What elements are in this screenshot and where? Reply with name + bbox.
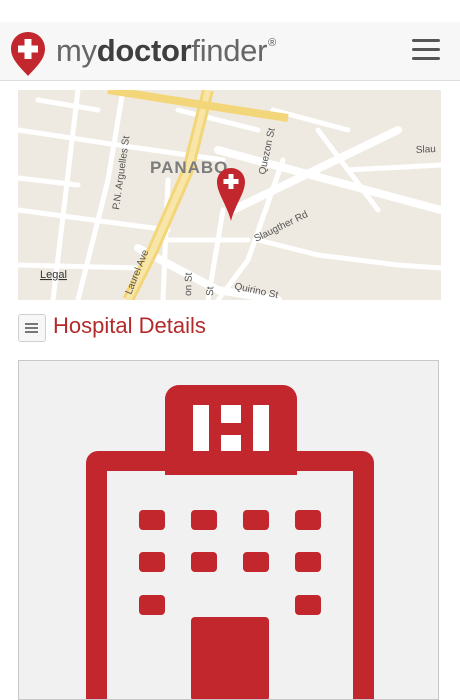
hamburger-icon[interactable] [412, 39, 440, 63]
map-place-label: PANABO [150, 158, 228, 177]
street-label: St [205, 286, 216, 296]
menu-line [412, 57, 440, 60]
location-map[interactable]: Quezon St P.N. Arguelles St Slaugther Rd… [18, 90, 441, 300]
map-canvas: Quezon St P.N. Arguelles St Slaugther Rd… [18, 90, 441, 300]
list-line [25, 327, 38, 329]
section-title: Hospital Details [53, 313, 206, 338]
brand-doctor: doctor [96, 33, 192, 68]
list-line [25, 323, 38, 325]
status-bar-area [0, 0, 460, 22]
street-label: on St [183, 272, 195, 296]
list-icon[interactable] [18, 314, 46, 342]
hospital-building-icon [86, 385, 374, 699]
registered-mark: ® [268, 37, 276, 49]
menu-line [412, 39, 440, 42]
brand-finder: finder [191, 33, 268, 68]
hospital-image [18, 360, 439, 700]
menu-line [412, 48, 440, 51]
brand-my: my [56, 33, 97, 68]
plus-pin-icon[interactable] [10, 31, 46, 77]
street-label: Slau [416, 144, 437, 156]
brand-logo[interactable]: mydoctorfinder® [56, 33, 276, 69]
list-line [25, 331, 38, 333]
map-legal-link[interactable]: Legal [40, 269, 67, 281]
